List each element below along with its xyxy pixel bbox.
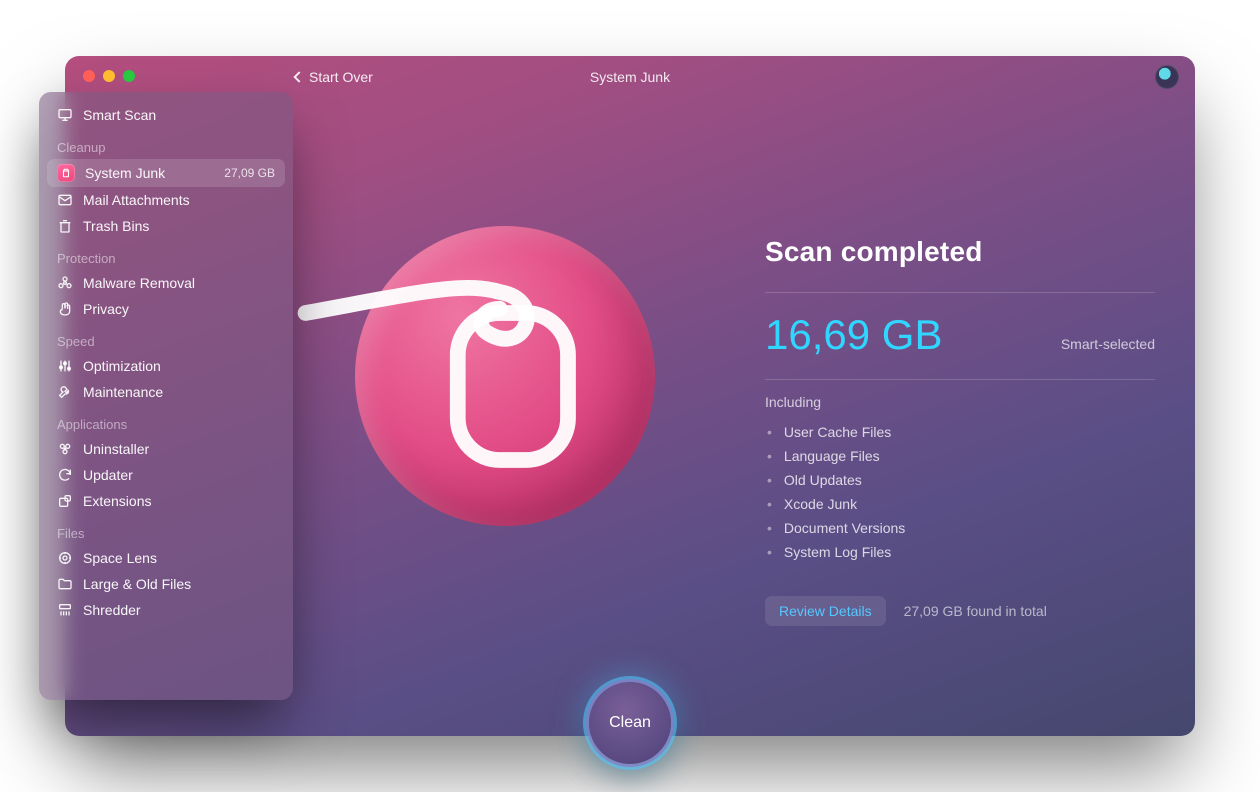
main-content: Scan completed 16,69 GB Smart-selected I… xyxy=(325,116,1155,736)
updater-icon xyxy=(57,467,73,483)
found-total-label: 27,09 GB found in total xyxy=(904,603,1047,619)
trash-icon xyxy=(57,218,73,234)
sidebar-item-label: Large & Old Files xyxy=(83,576,191,592)
selected-size-sub: Smart-selected xyxy=(1061,336,1155,352)
sidebar-section-speed: Speed xyxy=(47,322,285,353)
sidebar-item-label: Uninstaller xyxy=(83,441,149,457)
sidebar-item-label: Shredder xyxy=(83,602,141,618)
monitor-icon xyxy=(57,107,73,123)
divider xyxy=(765,379,1155,380)
sidebar-item-maintenance[interactable]: Maintenance xyxy=(47,379,285,405)
scan-results-panel: Scan completed 16,69 GB Smart-selected I… xyxy=(765,236,1155,626)
including-list: User Cache Files Language Files Old Upda… xyxy=(765,420,1155,564)
window-controls xyxy=(83,70,135,82)
trash-tag-icon xyxy=(400,271,610,481)
sidebar-item-label: Optimization xyxy=(83,358,161,374)
sidebar-item-label: Maintenance xyxy=(83,384,163,400)
extensions-icon xyxy=(57,493,73,509)
sidebar-item-privacy[interactable]: Privacy xyxy=(47,296,285,322)
start-over-label: Start Over xyxy=(309,69,373,85)
sidebar-item-malware-removal[interactable]: Malware Removal xyxy=(47,270,285,296)
system-junk-icon xyxy=(57,164,75,182)
sidebar-item-label: Trash Bins xyxy=(83,218,149,234)
sidebar-section-files: Files xyxy=(47,514,285,545)
fullscreen-window-button[interactable] xyxy=(123,70,135,82)
start-over-button[interactable]: Start Over xyxy=(295,69,373,85)
sidebar-item-label: Extensions xyxy=(83,493,151,509)
app-window: Start Over System Junk Smart Scan Cleanu… xyxy=(65,56,1195,736)
sidebar-item-label: System Junk xyxy=(85,165,165,181)
sidebar: Smart Scan Cleanup System Junk 27,09 GB … xyxy=(39,92,293,700)
list-item: User Cache Files xyxy=(767,420,1155,444)
minimize-window-button[interactable] xyxy=(103,70,115,82)
sidebar-item-space-lens[interactable]: Space Lens xyxy=(47,545,285,571)
list-item: Language Files xyxy=(767,444,1155,468)
hand-icon xyxy=(57,301,73,317)
hero-illustration xyxy=(355,226,655,526)
sidebar-item-label: Mail Attachments xyxy=(83,192,190,208)
sidebar-section-protection: Protection xyxy=(47,239,285,270)
clean-button[interactable]: Clean xyxy=(589,682,671,764)
sidebar-section-applications: Applications xyxy=(47,405,285,436)
chevron-left-icon xyxy=(293,71,304,82)
sidebar-item-mail-attachments[interactable]: Mail Attachments xyxy=(47,187,285,213)
page-title: System Junk xyxy=(590,69,670,85)
uninstaller-icon xyxy=(57,441,73,457)
account-avatar[interactable] xyxy=(1155,65,1179,89)
selected-size: 16,69 GB xyxy=(765,311,942,359)
sidebar-item-label: Space Lens xyxy=(83,550,157,566)
sidebar-item-trash-bins[interactable]: Trash Bins xyxy=(47,213,285,239)
sidebar-item-label: Privacy xyxy=(83,301,129,317)
sidebar-item-label: Malware Removal xyxy=(83,275,195,291)
wrench-icon xyxy=(57,384,73,400)
sidebar-item-large-old-files[interactable]: Large & Old Files xyxy=(47,571,285,597)
sidebar-item-system-junk[interactable]: System Junk 27,09 GB xyxy=(47,159,285,187)
sidebar-item-label: Updater xyxy=(83,467,133,483)
folder-icon xyxy=(57,576,73,592)
sidebar-item-updater[interactable]: Updater xyxy=(47,462,285,488)
sidebar-item-badge: 27,09 GB xyxy=(224,166,275,180)
close-window-button[interactable] xyxy=(83,70,95,82)
sidebar-item-smart-scan[interactable]: Smart Scan xyxy=(47,102,285,128)
results-heading: Scan completed xyxy=(765,236,1155,268)
sidebar-item-extensions[interactable]: Extensions xyxy=(47,488,285,514)
sliders-icon xyxy=(57,358,73,374)
mail-icon xyxy=(57,192,73,208)
including-label: Including xyxy=(765,394,1155,410)
list-item: Xcode Junk xyxy=(767,492,1155,516)
sidebar-item-optimization[interactable]: Optimization xyxy=(47,353,285,379)
sidebar-item-shredder[interactable]: Shredder xyxy=(47,597,285,623)
lens-icon xyxy=(57,550,73,566)
list-item: Document Versions xyxy=(767,516,1155,540)
list-item: Old Updates xyxy=(767,468,1155,492)
biohazard-icon xyxy=(57,275,73,291)
review-details-button[interactable]: Review Details xyxy=(765,596,886,626)
list-item: System Log Files xyxy=(767,540,1155,564)
sidebar-item-uninstaller[interactable]: Uninstaller xyxy=(47,436,285,462)
shredder-icon xyxy=(57,602,73,618)
sidebar-section-cleanup: Cleanup xyxy=(47,128,285,159)
sidebar-item-label: Smart Scan xyxy=(83,107,156,123)
